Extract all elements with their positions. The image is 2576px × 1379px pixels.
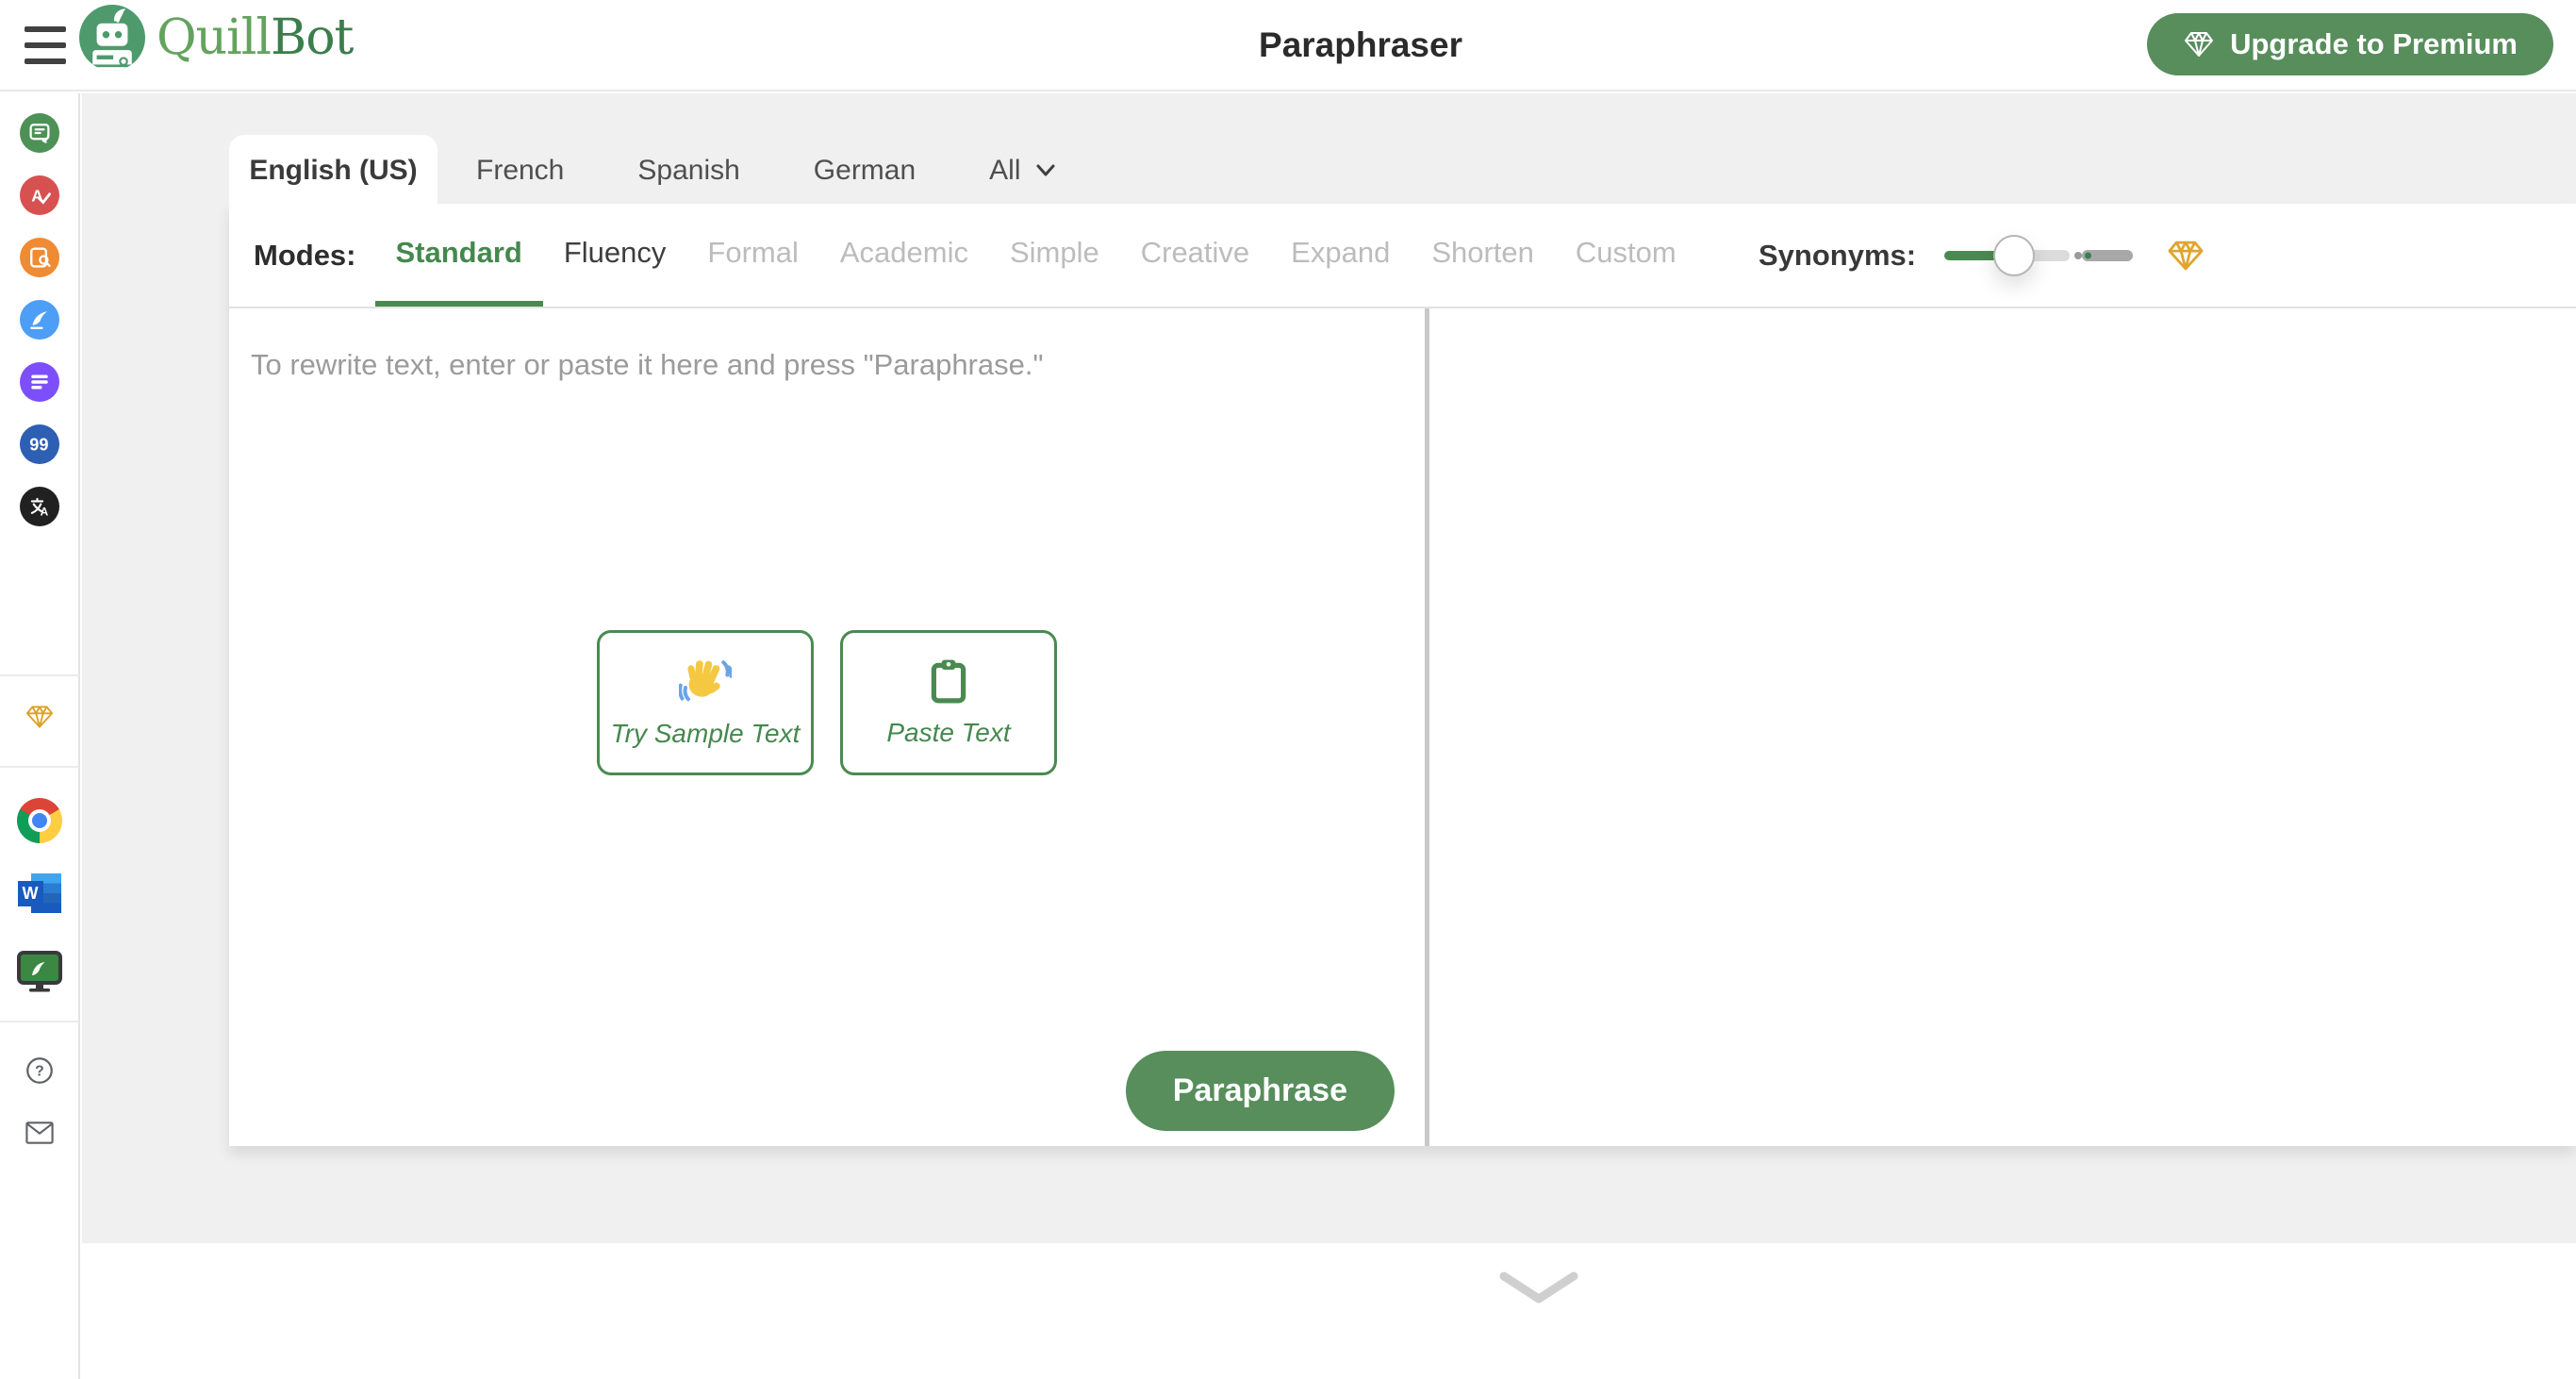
try-sample-text-button[interactable]: Try Sample Text <box>597 630 814 776</box>
plagiarism-icon <box>29 247 51 268</box>
svg-text:A: A <box>40 505 48 518</box>
desktop-app-icon <box>16 951 62 992</box>
upgrade-premium-label: Upgrade to Premium <box>2230 27 2518 60</box>
mode-custom[interactable]: Custom <box>1555 204 1697 307</box>
scroll-down-chevron-icon[interactable] <box>1496 1270 1581 1307</box>
sidebar-item-grammar-checker[interactable]: A <box>19 175 59 215</box>
tab-label: English (US) <box>249 154 418 186</box>
sidebar-item-paraphraser[interactable] <box>19 113 59 153</box>
paraphraser-icon <box>29 124 49 143</box>
app-header: QuillBot Paraphraser Upgrade to Premium <box>0 0 2576 91</box>
slider-thumb[interactable] <box>1993 234 2036 276</box>
quillbot-logo[interactable]: QuillBot <box>79 5 354 71</box>
svg-text:99: 99 <box>29 435 48 454</box>
sidebar-item-plagiarism-checker[interactable] <box>19 238 59 277</box>
translate-icon: A <box>30 497 48 518</box>
waving-hand-icon <box>679 660 732 702</box>
mode-shorten[interactable]: Shorten <box>1411 204 1555 307</box>
tab-german[interactable]: German <box>777 155 952 187</box>
diamond-icon <box>2185 32 2214 57</box>
word-w-icon: W <box>17 881 43 906</box>
paste-text-label: Paste Text <box>886 718 1011 748</box>
mode-formal[interactable]: Formal <box>686 204 818 307</box>
svg-text:?: ? <box>35 1064 44 1080</box>
sidebar-item-desktop-app[interactable] <box>16 951 62 992</box>
sidebar-item-chrome-extension[interactable] <box>16 798 62 843</box>
language-tabs: French Spanish German All <box>439 135 1094 206</box>
grammar-check-icon: A <box>31 186 51 205</box>
slider-premium-tick <box>2085 252 2092 258</box>
sidebar-item-help[interactable]: ? <box>20 1051 59 1090</box>
input-placeholder: To rewrite text, enter or paste it here … <box>251 348 1044 381</box>
sidebar-item-contact[interactable] <box>20 1113 59 1153</box>
quotes-icon: 99 <box>29 435 48 454</box>
tab-english-us[interactable]: English (US) <box>229 135 438 206</box>
sidebar-item-translator[interactable]: A <box>19 487 59 526</box>
try-sample-text-label: Try Sample Text <box>610 719 801 749</box>
modes-label: Modes: <box>254 238 356 272</box>
input-textarea[interactable]: To rewrite text, enter or paste it here … <box>229 310 1425 1146</box>
sidebar-item-word-addin[interactable]: W <box>17 873 61 913</box>
robot-icon <box>79 5 145 71</box>
premium-diamond-icon <box>2168 241 2204 270</box>
premium-diamond-icon <box>25 706 53 728</box>
mode-simple[interactable]: Simple <box>989 204 1120 307</box>
sidebar-divider <box>0 766 79 768</box>
mail-icon <box>25 1121 54 1144</box>
synonyms-control: Synonyms: <box>1759 204 2204 307</box>
summarizer-icon <box>30 374 48 390</box>
clipboard-icon <box>931 660 966 704</box>
sidebar-item-summarizer[interactable] <box>19 362 59 402</box>
menu-icon[interactable] <box>25 26 66 64</box>
paste-text-button[interactable]: Paste Text <box>840 630 1057 776</box>
paraphrase-button[interactable]: Paraphrase <box>1125 1051 1395 1131</box>
empty-state-actions: Try Sample Text Paste Text <box>597 630 1057 776</box>
help-icon: ? <box>25 1057 53 1084</box>
mode-creative[interactable]: Creative <box>1120 204 1270 307</box>
tab-spanish[interactable]: Spanish <box>601 155 776 187</box>
sidebar-item-co-writer[interactable] <box>19 300 59 340</box>
mode-fluency[interactable]: Fluency <box>543 204 687 307</box>
logo-wordmark: QuillBot <box>157 9 354 66</box>
upgrade-premium-button[interactable]: Upgrade to Premium <box>2147 13 2553 75</box>
mode-standard[interactable]: Standard <box>374 204 543 307</box>
paraphraser-panel: Modes: Standard Fluency Formal Academic … <box>229 204 2576 1146</box>
mode-academic[interactable]: Academic <box>819 204 989 307</box>
sidebar-item-citation-generator[interactable]: 99 <box>19 424 59 464</box>
sidebar-item-premium[interactable] <box>20 697 59 737</box>
mode-expand[interactable]: Expand <box>1270 204 1411 307</box>
synonyms-slider[interactable] <box>1944 234 2134 276</box>
chevron-down-icon <box>1036 164 1055 175</box>
sidebar-divider <box>0 1021 79 1022</box>
sidebar-divider <box>0 674 79 676</box>
output-pane <box>1429 310 2576 1146</box>
modes-toolbar: Modes: Standard Fluency Formal Academic … <box>229 204 2576 308</box>
slider-stop-dot <box>2074 251 2083 259</box>
page-footer-area <box>82 1243 2576 1379</box>
tools-sidebar: A 99 A W ? <box>0 93 80 1379</box>
tab-french[interactable]: French <box>439 155 601 187</box>
synonyms-label: Synonyms: <box>1759 238 1917 272</box>
page-title: Paraphraser <box>1259 25 1462 64</box>
quill-icon <box>29 311 47 329</box>
tab-all-languages[interactable]: All <box>952 155 1093 187</box>
